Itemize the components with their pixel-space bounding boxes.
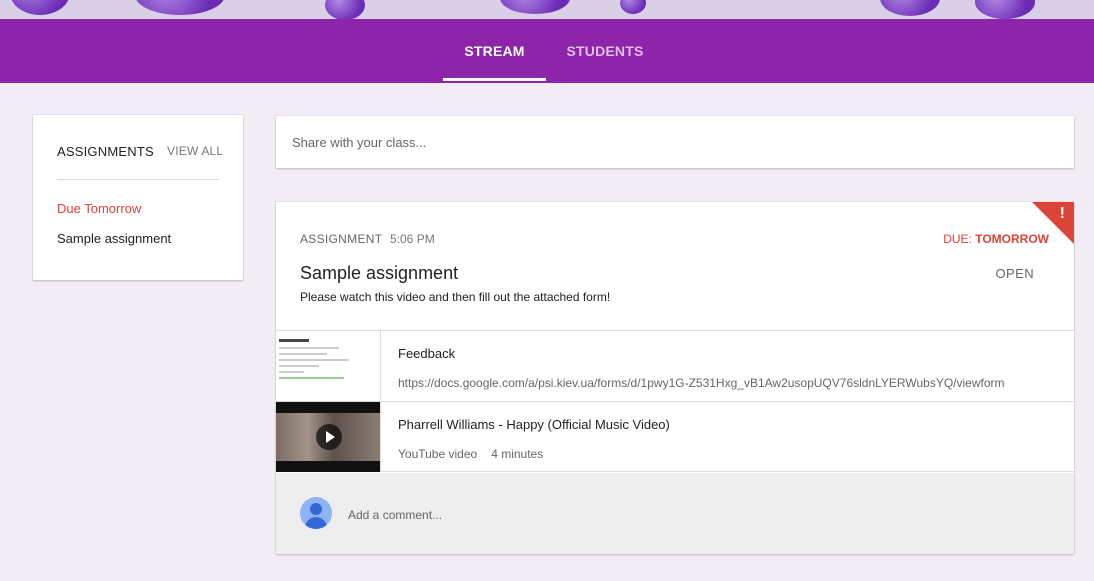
exclamation-icon: !	[1059, 205, 1065, 222]
top-navigation-bar: STREAM STUDENTS	[0, 19, 1094, 83]
divider	[57, 179, 219, 180]
tab-students[interactable]: STUDENTS	[555, 19, 655, 83]
assignment-post-card: ! ASSIGNMENT 5:06 PM DUE: TOMORROW Sampl…	[276, 202, 1074, 554]
tab-stream[interactable]: STREAM	[443, 19, 546, 83]
upcoming-assignments-card: ASSIGNMENTS VIEW ALL Due Tomorrow Sample…	[33, 115, 243, 280]
video-thumbnail	[276, 402, 381, 472]
attachment-feedback-form[interactable]: Feedback https://docs.google.com/a/psi.k…	[276, 330, 1074, 401]
user-avatar-icon	[300, 497, 332, 529]
sidebar-assignment-link[interactable]: Sample assignment	[57, 231, 171, 246]
due-prefix: DUE:	[943, 232, 976, 246]
form-thumbnail	[276, 331, 381, 401]
play-icon	[316, 424, 342, 450]
attachment-youtube-video[interactable]: Pharrell Williams - Happy (Official Musi…	[276, 401, 1074, 472]
assignment-title[interactable]: Sample assignment	[300, 263, 458, 284]
share-box	[276, 116, 1074, 168]
attachment-title: Feedback	[398, 346, 456, 361]
attachment-meta: YouTube video 4 minutes	[398, 447, 543, 461]
assignments-heading: ASSIGNMENTS	[57, 144, 154, 159]
share-input[interactable]	[292, 116, 1052, 168]
due-tomorrow-label: Due Tomorrow	[57, 201, 142, 216]
assignment-description: Please watch this video and then fill ou…	[300, 290, 611, 304]
open-button[interactable]: OPEN	[996, 266, 1034, 281]
post-type-label: ASSIGNMENT	[300, 232, 383, 246]
header-banner-image	[0, 0, 1094, 19]
post-timestamp: 5:06 PM	[390, 232, 435, 246]
due-date-label: DUE: TOMORROW	[943, 232, 1049, 246]
comment-box[interactable]: Add a comment...	[276, 473, 1074, 554]
view-all-link[interactable]: VIEW ALL	[167, 144, 223, 158]
attachment-title: Pharrell Williams - Happy (Official Musi…	[398, 417, 670, 432]
active-tab-indicator	[443, 78, 546, 81]
video-duration: 4 minutes	[491, 447, 544, 461]
comment-placeholder: Add a comment...	[348, 508, 443, 522]
due-value: TOMORROW	[975, 232, 1049, 246]
attachment-source: YouTube video	[398, 447, 478, 461]
attachment-url: https://docs.google.com/a/psi.kiev.ua/fo…	[398, 376, 1005, 390]
